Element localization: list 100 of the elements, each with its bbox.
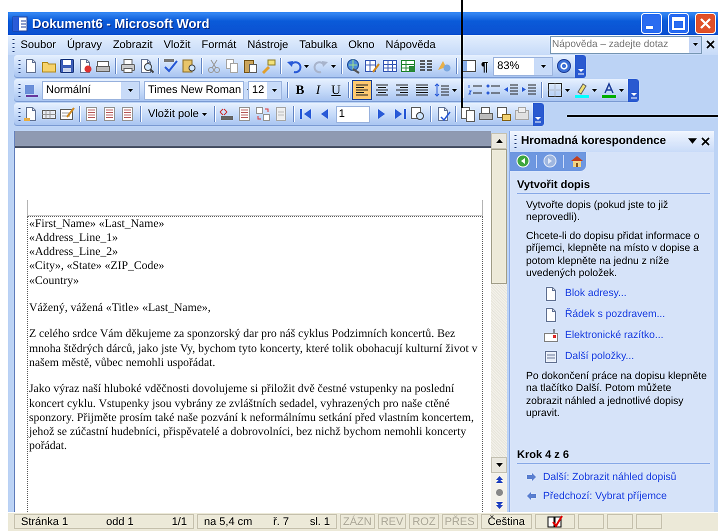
- caret-icon[interactable]: [128, 88, 132, 92]
- next-page-icon[interactable]: [494, 500, 504, 510]
- highlight-icon[interactable]: [574, 82, 590, 98]
- caret-icon[interactable]: [565, 88, 570, 92]
- record-number-field[interactable]: 1: [336, 106, 370, 123]
- step-heading: Krok 4 z 6: [517, 448, 710, 464]
- help-icon[interactable]: [556, 58, 572, 74]
- menu-item[interactable]: Soubor: [15, 38, 62, 51]
- line-spacing-icon[interactable]: [434, 82, 450, 98]
- caret-icon[interactable]: [540, 64, 546, 68]
- caret-icon[interactable]: [619, 88, 624, 92]
- merge-fields-icon[interactable]: [236, 106, 253, 122]
- menu-item[interactable]: Zobrazit: [107, 38, 158, 51]
- merge-to-printer-icon[interactable]: [478, 106, 494, 122]
- back-icon[interactable]: [516, 154, 530, 168]
- task-pane-link[interactable]: Blok adresy...: [565, 288, 627, 300]
- caret-icon[interactable]: [452, 88, 457, 92]
- address-line: «Address_Line_1»: [29, 230, 119, 246]
- menu-item[interactable]: Formát: [196, 38, 242, 51]
- border-icon[interactable]: [547, 82, 563, 98]
- caret-icon[interactable]: [692, 43, 698, 46]
- research-icon[interactable]: [181, 58, 197, 74]
- up-arrow-icon[interactable]: [496, 138, 502, 143]
- down-arrow-icon[interactable]: [496, 462, 502, 467]
- caret-icon[interactable]: [304, 64, 309, 68]
- menu-item[interactable]: Úpravy: [61, 38, 108, 51]
- table-pen-icon[interactable]: [364, 58, 380, 74]
- scroll-up-button[interactable]: [491, 132, 507, 149]
- toolbar-options-icon[interactable]: [576, 68, 585, 75]
- font-size-combo[interactable]: 12: [248, 80, 282, 100]
- toolbar-options-icon[interactable]: [630, 92, 638, 99]
- email-icon[interactable]: [95, 58, 111, 74]
- menu-item[interactable]: Vložit: [158, 38, 196, 51]
- underline-button[interactable]: U: [327, 81, 345, 100]
- task-pane-link[interactable]: Další položky...: [565, 351, 634, 362]
- scroll-down-button[interactable]: [491, 456, 507, 473]
- format-painter-icon[interactable]: [260, 58, 276, 74]
- show-marks-button[interactable]: ¶: [478, 58, 492, 74]
- pane-menu-icon[interactable]: [688, 138, 697, 144]
- close-icon[interactable]: [706, 40, 715, 50]
- menu-item[interactable]: Nástroje: [242, 38, 294, 51]
- italic-button[interactable]: I: [309, 81, 327, 100]
- spreadsheet-icon[interactable]: [400, 58, 416, 74]
- align-left-button[interactable]: [353, 81, 371, 100]
- wizard-step-link[interactable]: Další: Zobrazit náhled dopisů: [543, 472, 676, 483]
- left-arrow-icon: [527, 492, 536, 500]
- status-text: sl. 1: [308, 516, 331, 528]
- merge-to-document-icon[interactable]: [460, 106, 476, 122]
- spelling-status-icon[interactable]: [546, 515, 563, 528]
- edit-list-icon[interactable]: [59, 106, 75, 122]
- main-document-icon[interactable]: [23, 106, 39, 122]
- task-pane-link[interactable]: Elektronické razítko...: [565, 330, 664, 342]
- home-icon[interactable]: [570, 154, 584, 168]
- close-icon[interactable]: [701, 136, 710, 146]
- letter-paragraph: Z celého srdce Vám děkujeme za sponzorský dar pro náš cyklus Podzimních koncertů. Bez mnoha štědrých dárců, jako jste Vy, bychom tyto koncerty, které tolik obohacují kulturní život v našem městě, vůbec nemohli uspořádat.: [29, 327, 478, 370]
- font-color-icon[interactable]: [601, 82, 617, 98]
- scrollbar-thumb[interactable]: [491, 148, 507, 284]
- table-icon[interactable]: [382, 58, 398, 74]
- caret-icon[interactable]: [592, 88, 597, 92]
- bold-button[interactable]: B: [291, 81, 309, 100]
- menu-item[interactable]: Nápověda: [380, 38, 442, 51]
- address-block-icon[interactable]: [84, 106, 100, 122]
- toolbar-options-icon[interactable]: [534, 116, 542, 123]
- document-map-icon[interactable]: [461, 58, 477, 74]
- status-text: odd 1: [105, 516, 135, 528]
- merge-to-email-icon[interactable]: [496, 106, 512, 122]
- previous-page-icon[interactable]: [494, 474, 504, 484]
- wizard-step-link[interactable]: Předchozí: Vybrat příjemce: [543, 490, 667, 502]
- caret-icon[interactable]: [202, 112, 207, 116]
- zoom-combo[interactable]: 83%: [493, 56, 554, 76]
- save-icon[interactable]: [59, 58, 75, 74]
- address-line: «First_Name» «Last_Name»: [29, 216, 166, 231]
- help-search-field[interactable]: Nápověda – zadejte dotaz: [550, 36, 702, 54]
- browse-object-icon[interactable]: [494, 488, 504, 497]
- close-button[interactable]: [695, 13, 716, 34]
- style-combo[interactable]: Normální: [42, 80, 140, 100]
- status-text: ř. 7: [272, 516, 290, 528]
- permission-icon[interactable]: [77, 58, 93, 74]
- window-title: Dokument6 - Microsoft Word: [32, 16, 210, 32]
- task-pane-link[interactable]: Řádek s pozdravem...: [565, 309, 666, 320]
- maximize-button[interactable]: [668, 13, 689, 34]
- minimize-button[interactable]: [641, 13, 662, 34]
- document-lines-icon[interactable]: [120, 106, 136, 122]
- menu-item[interactable]: Okno: [342, 38, 380, 51]
- paste-icon[interactable]: [242, 58, 258, 74]
- postage-icon: [543, 328, 559, 344]
- styles-icon[interactable]: [23, 82, 39, 98]
- find-record-icon[interactable]: [410, 106, 426, 122]
- insert-field-button[interactable]: Vložit pole: [144, 107, 211, 122]
- spelling-check-icon[interactable]: [163, 58, 179, 74]
- match-fields-icon[interactable]: [254, 106, 271, 122]
- print-icon[interactable]: [120, 58, 136, 74]
- field-codes-icon[interactable]: [218, 106, 235, 122]
- caret-icon[interactable]: [331, 64, 336, 68]
- new-document-icon[interactable]: [23, 58, 39, 74]
- hyperlink-icon[interactable]: [346, 58, 362, 74]
- menu-item[interactable]: Tabulka: [294, 38, 343, 51]
- print-preview-icon[interactable]: [138, 58, 154, 74]
- caret-icon[interactable]: [272, 88, 277, 92]
- undo-icon[interactable]: [286, 58, 302, 74]
